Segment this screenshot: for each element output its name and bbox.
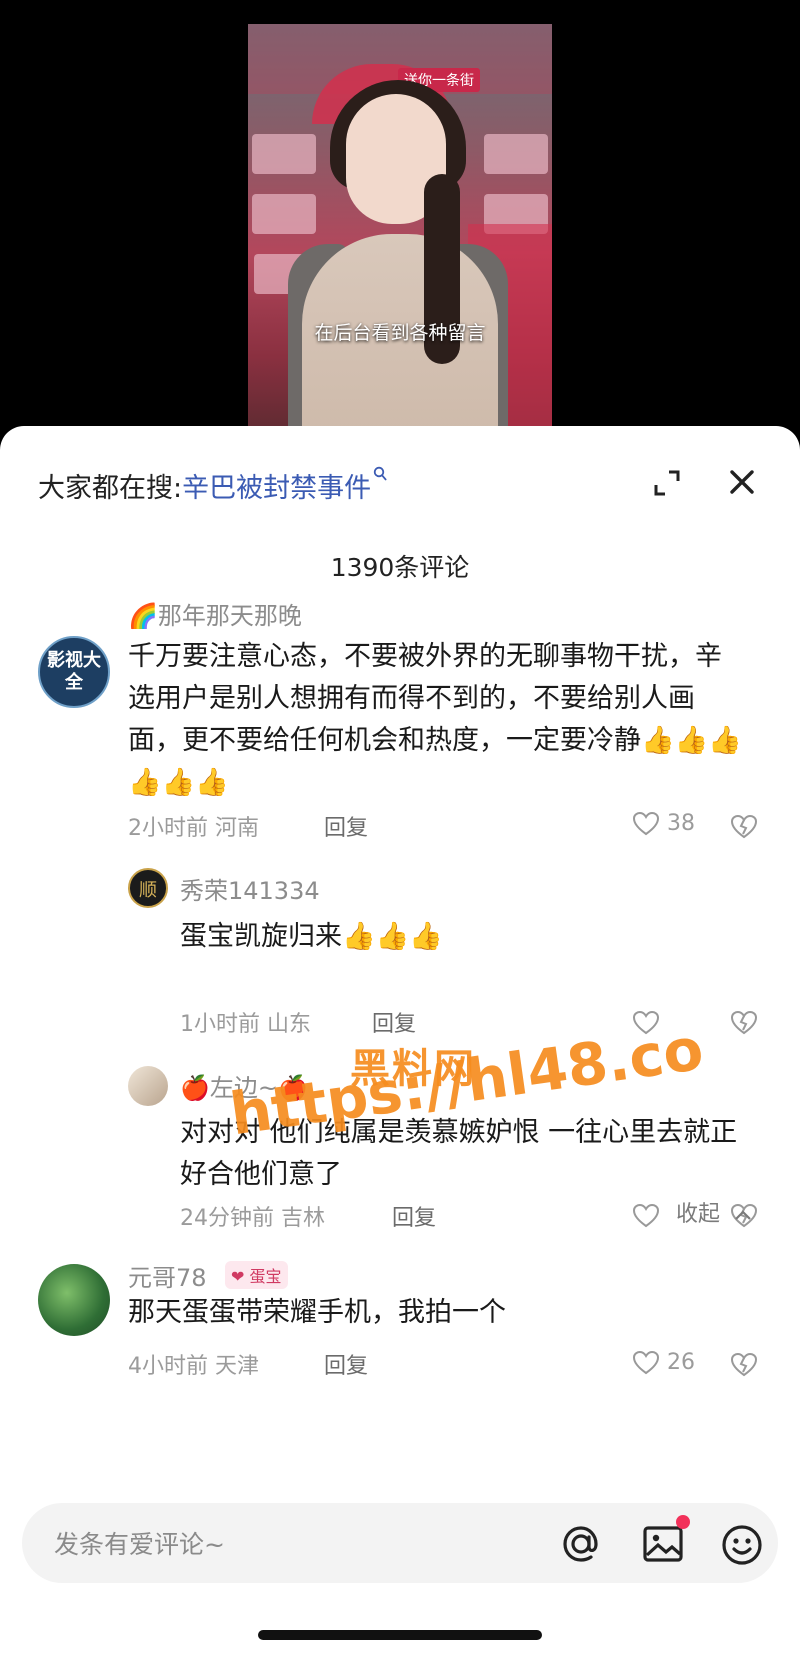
- avatar-logo-text: 顺: [139, 880, 157, 901]
- expand-icon[interactable]: [652, 468, 682, 498]
- fan-badge-label: 蛋宝: [249, 1267, 282, 1286]
- avatar[interactable]: 影视大全: [38, 636, 110, 708]
- avatar[interactable]: [38, 1264, 110, 1336]
- fan-badge-icon: ❤: [231, 1267, 250, 1286]
- video-player[interactable]: 送你一条街 在后台看到各种留言: [248, 24, 552, 440]
- reply-button[interactable]: 回复: [324, 1348, 368, 1380]
- fan-badge: ❤ 蛋宝: [225, 1261, 288, 1289]
- heart-icon: [632, 811, 660, 836]
- reply-button[interactable]: 回复: [372, 1006, 416, 1038]
- reply-text[interactable]: 蛋宝凯旋归来👍👍👍: [180, 916, 740, 958]
- collapse-label: 收起: [676, 1202, 721, 1227]
- dislike-button[interactable]: [730, 1352, 758, 1382]
- avatar-logo-text: 影视大全: [47, 650, 101, 693]
- reply-button[interactable]: 回复: [392, 1200, 436, 1232]
- collapse-replies-button[interactable]: 收起: [676, 1196, 753, 1228]
- video-area[interactable]: 送你一条街 在后台看到各种留言: [0, 0, 800, 440]
- reply-username[interactable]: 秀荣141334: [180, 871, 320, 906]
- search-icon: [373, 466, 387, 486]
- comment-text[interactable]: 那天蛋蛋带荣耀手机，我拍一个: [128, 1292, 746, 1334]
- smile-icon[interactable]: [718, 1521, 766, 1569]
- broken-heart-icon: [730, 814, 758, 839]
- comment-input[interactable]: 发条有爱评论~: [54, 1525, 225, 1561]
- comment-time-location: 4小时前 天津: [128, 1354, 259, 1379]
- like-count: 38: [667, 811, 695, 836]
- comment-text[interactable]: 千万要注意心态，不要被外界的无聊事物干扰，辛选用户是别人想拥有而得不到的，不要给…: [128, 636, 746, 804]
- comment-time-location: 2小时前 河南: [128, 816, 259, 841]
- search-suggestion[interactable]: 大家都在搜:辛巴被封禁事件: [38, 466, 387, 505]
- like-button[interactable]: [632, 1203, 660, 1229]
- notification-dot: [676, 1515, 690, 1529]
- broken-heart-icon: [730, 1352, 758, 1377]
- reply-time-location: 24分钟前 吉林: [180, 1206, 325, 1231]
- comment-username[interactable]: 元哥78: [128, 1258, 207, 1293]
- comment-username[interactable]: 🌈那年那天那晚: [128, 596, 302, 631]
- chevron-up-icon: [735, 1210, 751, 1220]
- video-caption: 在后台看到各种留言: [314, 322, 486, 344]
- comment-sheet: 大家都在搜:辛巴被封禁事件 1390条评论 影视大全 🌈那年那天那晚 千万要注意…: [0, 426, 800, 1659]
- heart-icon: [632, 1350, 660, 1375]
- like-button[interactable]: 26: [632, 1350, 695, 1376]
- avatar[interactable]: [128, 1066, 168, 1106]
- comment-input-bar[interactable]: 发条有爱评论~: [22, 1503, 778, 1583]
- like-count: 26: [667, 1350, 695, 1375]
- like-button[interactable]: 38: [632, 811, 695, 837]
- at-icon[interactable]: [558, 1521, 604, 1567]
- search-term-link[interactable]: 辛巴被封禁事件: [182, 473, 371, 504]
- avatar[interactable]: 顺: [128, 868, 168, 908]
- heart-icon: [632, 1203, 660, 1228]
- comment-count: 1390条评论: [330, 553, 470, 582]
- reply-button[interactable]: 回复: [324, 810, 368, 842]
- reply-time-location: 1小时前 山东: [180, 1012, 311, 1037]
- close-icon[interactable]: [726, 466, 758, 498]
- home-indicator[interactable]: [258, 1630, 542, 1640]
- dislike-button[interactable]: [730, 814, 758, 844]
- dislike-button[interactable]: [730, 1010, 758, 1040]
- search-prefix: 大家都在搜:: [38, 473, 183, 504]
- broken-heart-icon: [730, 1010, 758, 1035]
